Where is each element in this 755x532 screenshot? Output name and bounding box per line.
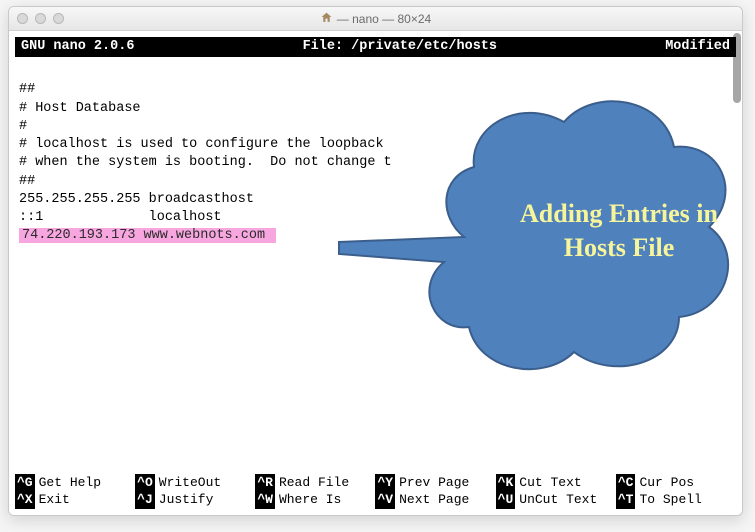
shortcut-get-help[interactable]: ^GGet Help	[15, 474, 135, 492]
shortcut-key: ^K	[496, 474, 516, 492]
shortcut-label: Cut Text	[519, 474, 581, 492]
shortcut-key: ^O	[135, 474, 155, 492]
file-line: #	[19, 119, 27, 134]
shortcut-label: Read File	[279, 474, 349, 492]
nano-shortcuts: ^GGet Help ^OWriteOut ^RRead File ^YPrev…	[9, 472, 742, 515]
shortcut-label: Exit	[39, 491, 70, 509]
shortcut-read-file[interactable]: ^RRead File	[255, 474, 375, 492]
window-title: — nano — 80×24	[9, 11, 742, 27]
shortcut-prev-page[interactable]: ^YPrev Page	[375, 474, 495, 492]
shortcut-label: To Spell	[639, 491, 701, 509]
shortcut-uncut-text[interactable]: ^UUnCut Text	[496, 491, 616, 509]
shortcut-where-is[interactable]: ^WWhere Is	[255, 491, 375, 509]
shortcut-key: ^C	[616, 474, 636, 492]
shortcut-justify[interactable]: ^JJustify	[135, 491, 255, 509]
file-line: ::1 localhost	[19, 210, 222, 225]
nano-statusbar: GNU nano 2.0.6 File: /private/etc/hosts …	[15, 37, 736, 57]
shortcut-cur-pos[interactable]: ^CCur Pos	[616, 474, 736, 492]
nano-filename: File: /private/etc/hosts	[134, 38, 665, 56]
terminal-area[interactable]: GNU nano 2.0.6 File: /private/etc/hosts …	[9, 31, 742, 515]
nano-modified-flag: Modified	[665, 38, 730, 56]
shortcut-key: ^T	[616, 491, 636, 509]
editor-content[interactable]: ## # Host Database # # localhost is used…	[9, 57, 742, 263]
nano-version: GNU nano 2.0.6	[21, 38, 134, 56]
file-line: ##	[19, 174, 35, 189]
file-line: # Host Database	[19, 101, 141, 116]
shortcut-label: Where Is	[279, 491, 341, 509]
shortcut-label: Justify	[159, 491, 214, 509]
shortcut-key: ^J	[135, 491, 155, 509]
shortcut-label: Get Help	[39, 474, 101, 492]
home-icon	[320, 11, 333, 27]
shortcut-writeout[interactable]: ^OWriteOut	[135, 474, 255, 492]
shortcut-exit[interactable]: ^XExit	[15, 491, 135, 509]
shortcut-label: Next Page	[399, 491, 469, 509]
shortcut-key: ^V	[375, 491, 395, 509]
shortcut-key: ^Y	[375, 474, 395, 492]
file-line: # when the system is booting. Do not cha…	[19, 155, 392, 170]
shortcut-label: UnCut Text	[519, 491, 597, 509]
file-line: ##	[19, 82, 35, 97]
scrollbar-thumb[interactable]	[733, 33, 741, 103]
file-line: 255.255.255.255 broadcasthost	[19, 192, 254, 207]
shortcut-key: ^G	[15, 474, 35, 492]
shortcut-key: ^U	[496, 491, 516, 509]
shortcut-to-spell[interactable]: ^TTo Spell	[616, 491, 736, 509]
file-line: # localhost is used to configure the loo…	[19, 137, 392, 152]
shortcut-next-page[interactable]: ^VNext Page	[375, 491, 495, 509]
shortcut-label: Cur Pos	[639, 474, 694, 492]
scrollbar[interactable]	[730, 29, 743, 513]
shortcut-cut-text[interactable]: ^KCut Text	[496, 474, 616, 492]
shortcut-label: WriteOut	[159, 474, 221, 492]
shortcut-key: ^X	[15, 491, 35, 509]
terminal-window: — nano — 80×24 GNU nano 2.0.6 File: /pri…	[8, 6, 743, 516]
shortcut-label: Prev Page	[399, 474, 469, 492]
highlighted-entry: 74.220.193.173 www.webnots.com	[19, 228, 276, 243]
shortcut-key: ^R	[255, 474, 275, 492]
window-titlebar: — nano — 80×24	[9, 7, 742, 31]
window-title-text: — nano — 80×24	[337, 12, 431, 26]
shortcut-key: ^W	[255, 491, 275, 509]
